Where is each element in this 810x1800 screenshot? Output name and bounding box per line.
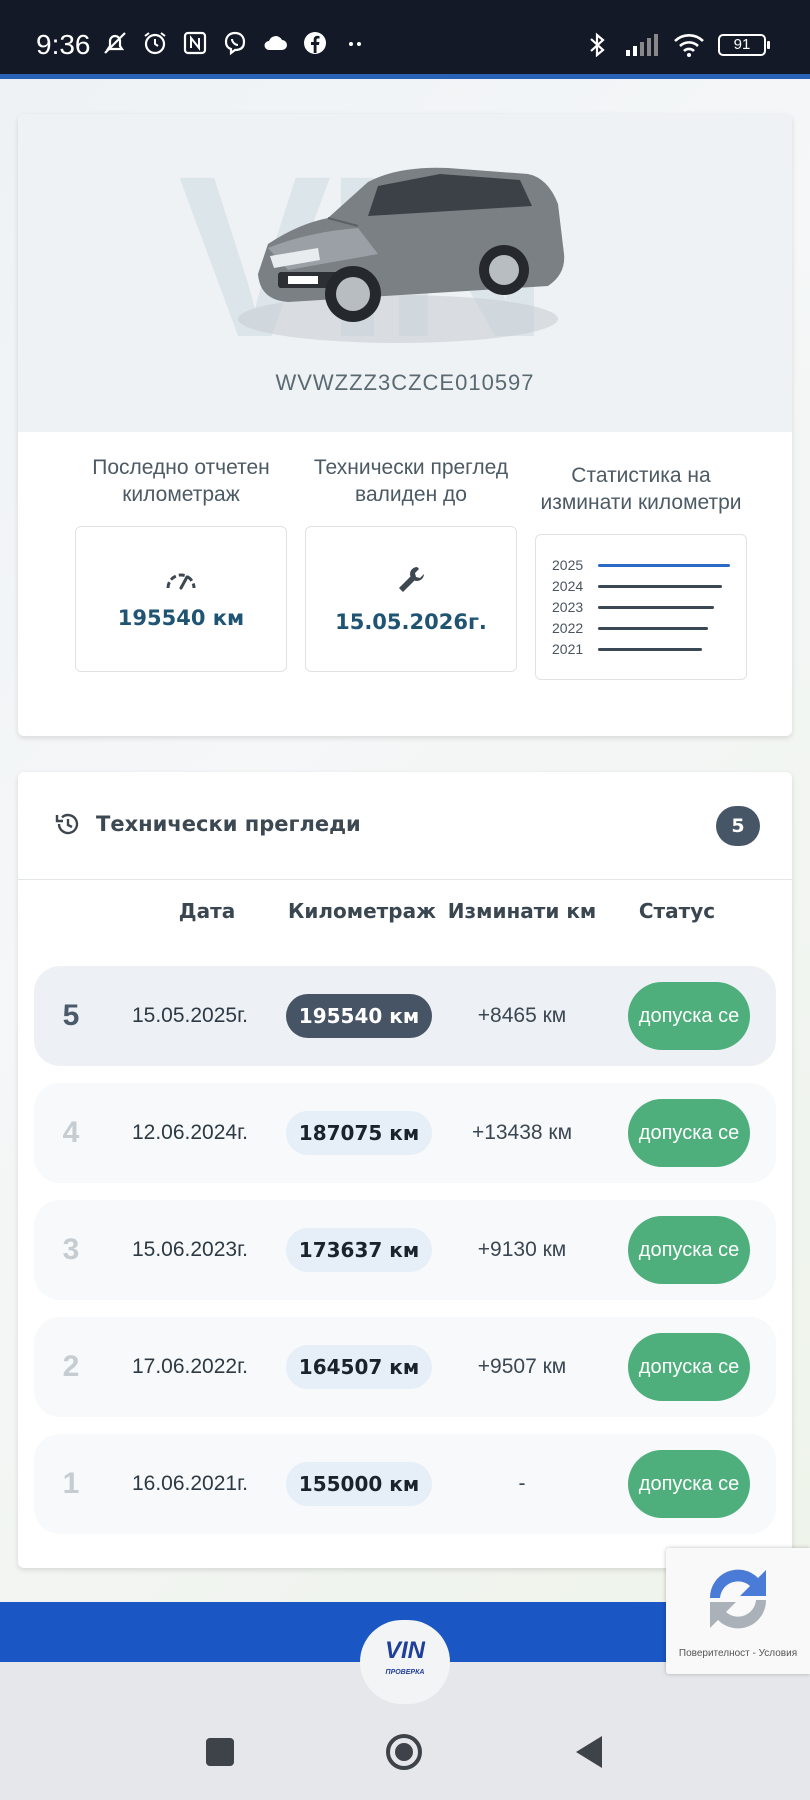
mini-chart-row: 2023 <box>552 599 730 615</box>
row-mileage-pill: 195540 км <box>286 994 432 1038</box>
mini-chart-year: 2022 <box>552 620 584 636</box>
mini-chart: 2025 2024 2023 2022 2021 <box>536 535 746 679</box>
android-nav-bar <box>0 1700 810 1800</box>
row-date: 15.05.2025г. <box>131 1004 249 1027</box>
inspection-value: 15.05.2026г. <box>335 610 487 634</box>
mute-icon <box>100 28 130 58</box>
inspections-count-badge: 5 <box>716 806 760 846</box>
recents-square-icon[interactable] <box>200 1732 240 1772</box>
col-header-traveled: Изминати км <box>447 899 597 923</box>
alarm-icon <box>140 28 170 58</box>
mileage-chart-stat[interactable]: Статистика на изминати километри 2025 202… <box>534 462 748 680</box>
facebook-icon <box>300 28 330 58</box>
mini-chart-year: 2023 <box>552 599 584 615</box>
wrench-icon <box>399 567 424 592</box>
row-number: 2 <box>62 1350 80 1383</box>
mileage-title: Последно отчетен километраж <box>92 456 270 506</box>
back-triangle-icon[interactable] <box>570 1732 610 1772</box>
row-number: 3 <box>62 1233 80 1266</box>
row-number: 1 <box>62 1467 80 1500</box>
col-header-mileage: Километраж <box>288 899 436 923</box>
mini-chart-box[interactable]: 2025 2024 2023 2022 2021 <box>535 534 747 680</box>
row-mileage-pill: 173637 км <box>286 1228 432 1272</box>
status-bar: 9:36 91 <box>0 0 810 74</box>
row-traveled: - <box>518 1472 526 1495</box>
row-status-badge: допуска се <box>628 1099 750 1167</box>
vin-logo[interactable]: VIN ПРОВЕРКА <box>360 1620 450 1704</box>
row-traveled: +9507 км <box>477 1355 567 1378</box>
logo-main: VIN <box>384 1637 425 1664</box>
row-date: 16.06.2021г. <box>131 1472 249 1495</box>
chart-title: Статистика на изминати километри <box>540 464 742 514</box>
wifi-icon <box>672 30 706 60</box>
recaptcha-terms[interactable]: Поверителност - Условия <box>666 1648 810 1659</box>
speedometer-icon <box>166 573 196 590</box>
inspection-stat: Технически преглед валиден до 15.05.2026… <box>304 454 518 672</box>
mini-chart-bar <box>598 563 730 567</box>
row-traveled: +13438 км <box>471 1121 573 1144</box>
row-mileage-pill: 155000 км <box>286 1462 432 1506</box>
col-header-status: Статус <box>638 899 716 923</box>
mini-chart-bar <box>598 647 702 651</box>
row-mileage-pill: 164507 км <box>286 1345 432 1389</box>
mini-chart-year: 2024 <box>552 578 584 594</box>
mileage-box: 195540 км <box>75 526 287 672</box>
viber-icon <box>220 28 250 58</box>
row-status-badge: допуска се <box>628 982 750 1050</box>
vehicle-hero: VIN WVWZZZ3CZCE010597 <box>18 114 792 432</box>
row-traveled: +9130 км <box>477 1238 567 1261</box>
mileage-stat: Последно отчетен километраж 195540 км <box>74 454 288 672</box>
recaptcha-icon <box>709 1569 767 1629</box>
mini-chart-bar <box>598 584 722 588</box>
mini-chart-row: 2022 <box>552 620 730 636</box>
mini-chart-row: 2021 <box>552 641 730 657</box>
car-image <box>238 167 565 343</box>
inspection-box: 15.05.2026г. <box>305 526 517 672</box>
more-dots-icon <box>340 28 370 58</box>
row-date: 17.06.2022г. <box>131 1355 249 1378</box>
row-mileage-pill: 187075 км <box>286 1111 432 1155</box>
nfc-icon <box>180 28 210 58</box>
inspections-card: Технически прегледи 5 Дата Километраж Из… <box>18 772 792 1568</box>
mini-chart-row: 2024 <box>552 578 730 594</box>
inspections-header: Технически прегледи 5 <box>18 772 792 880</box>
recaptcha-badge[interactable]: Поверителност - Условия <box>666 1548 810 1674</box>
row-number: 4 <box>62 1116 80 1149</box>
vin-code: WVWZZZ3CZCE010597 <box>275 370 535 395</box>
home-circle-icon[interactable] <box>384 1732 424 1772</box>
row-status-badge: допуска се <box>628 1216 750 1284</box>
row-number: 5 <box>62 999 80 1032</box>
mini-chart-row: 2025 <box>552 557 730 573</box>
history-icon <box>55 813 79 835</box>
inspection-title: Технически преглед валиден до <box>313 456 509 506</box>
mini-chart-bar <box>598 605 714 609</box>
table-row[interactable]: 3 15.06.2023г. 173637 км +9130 км допуска се <box>34 1200 776 1300</box>
table-row[interactable]: 4 12.06.2024г. 187075 км +13438 км допуска с… <box>34 1083 776 1183</box>
mini-chart-year: 2021 <box>552 641 584 657</box>
row-traveled: +8465 км <box>477 1004 567 1027</box>
row-date: 15.06.2023г. <box>131 1238 249 1261</box>
mini-chart-bar <box>598 626 708 630</box>
row-date: 12.06.2024г. <box>131 1121 249 1144</box>
battery-icon: 91 <box>718 34 770 56</box>
row-status-badge: допуска се <box>628 1450 750 1518</box>
inspections-title: Технически прегледи <box>96 812 361 836</box>
table-row[interactable]: 2 17.06.2022г. 164507 км +9507 км допуска се <box>34 1317 776 1417</box>
vehicle-summary-card: VIN WVWZZZ3CZCE010597 Последно отчетен к… <box>18 114 792 736</box>
bluetooth-icon <box>582 30 612 60</box>
table-row[interactable]: 5 15.05.2025г. 195540 км +8465 км допуска се <box>34 966 776 1066</box>
mini-chart-year: 2025 <box>552 557 584 573</box>
logo-sub: ПРОВЕРКА <box>385 1669 425 1676</box>
mileage-value: 195540 км <box>117 606 245 630</box>
signal-icon <box>624 30 660 60</box>
clock: 9:36 <box>36 29 91 60</box>
cloud-icon <box>260 28 290 58</box>
col-header-date: Дата <box>178 899 236 923</box>
row-status-badge: допуска се <box>628 1333 750 1401</box>
table-row[interactable]: 1 16.06.2021г. 155000 км - допуска се <box>34 1434 776 1534</box>
